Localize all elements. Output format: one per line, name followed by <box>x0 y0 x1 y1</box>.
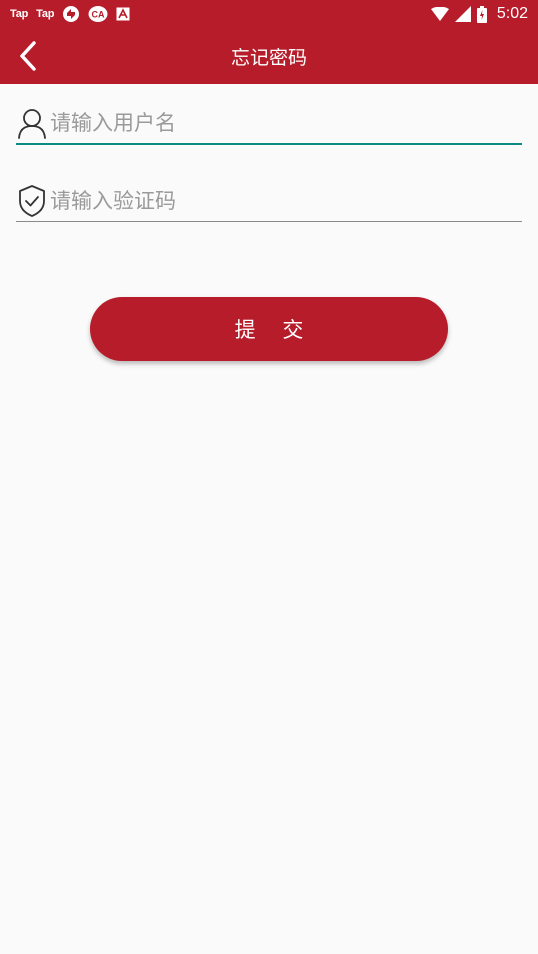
sync-icon <box>62 5 80 23</box>
page-title: 忘记密码 <box>230 47 307 69</box>
taptap-icon: Tap <box>10 8 29 20</box>
chevron-left-icon <box>20 41 36 71</box>
wifi-icon <box>430 7 449 21</box>
app-bar: 忘记密码 <box>0 28 538 84</box>
shield-check-icon <box>16 185 48 217</box>
ca-icon: CA <box>88 5 108 23</box>
a-box-icon <box>116 7 130 21</box>
status-time: 5:02 <box>496 5 528 22</box>
username-input[interactable] <box>50 111 510 135</box>
verification-code-field[interactable] <box>16 181 522 222</box>
status-bar-notifications: Tap Tap CA <box>10 0 130 28</box>
verification-code-input[interactable] <box>50 189 510 213</box>
svg-text:CA: CA <box>92 10 105 20</box>
submit-button[interactable]: 提 交 <box>90 297 448 361</box>
battery-icon <box>476 5 487 23</box>
status-bar: Tap Tap CA 5:02 <box>0 0 538 28</box>
username-field[interactable] <box>16 103 522 145</box>
taptap-icon: Tap <box>36 8 55 20</box>
status-bar-system: 5:02 <box>430 0 528 28</box>
signal-icon <box>454 6 471 22</box>
user-icon <box>16 107 48 139</box>
back-button[interactable] <box>8 36 48 76</box>
